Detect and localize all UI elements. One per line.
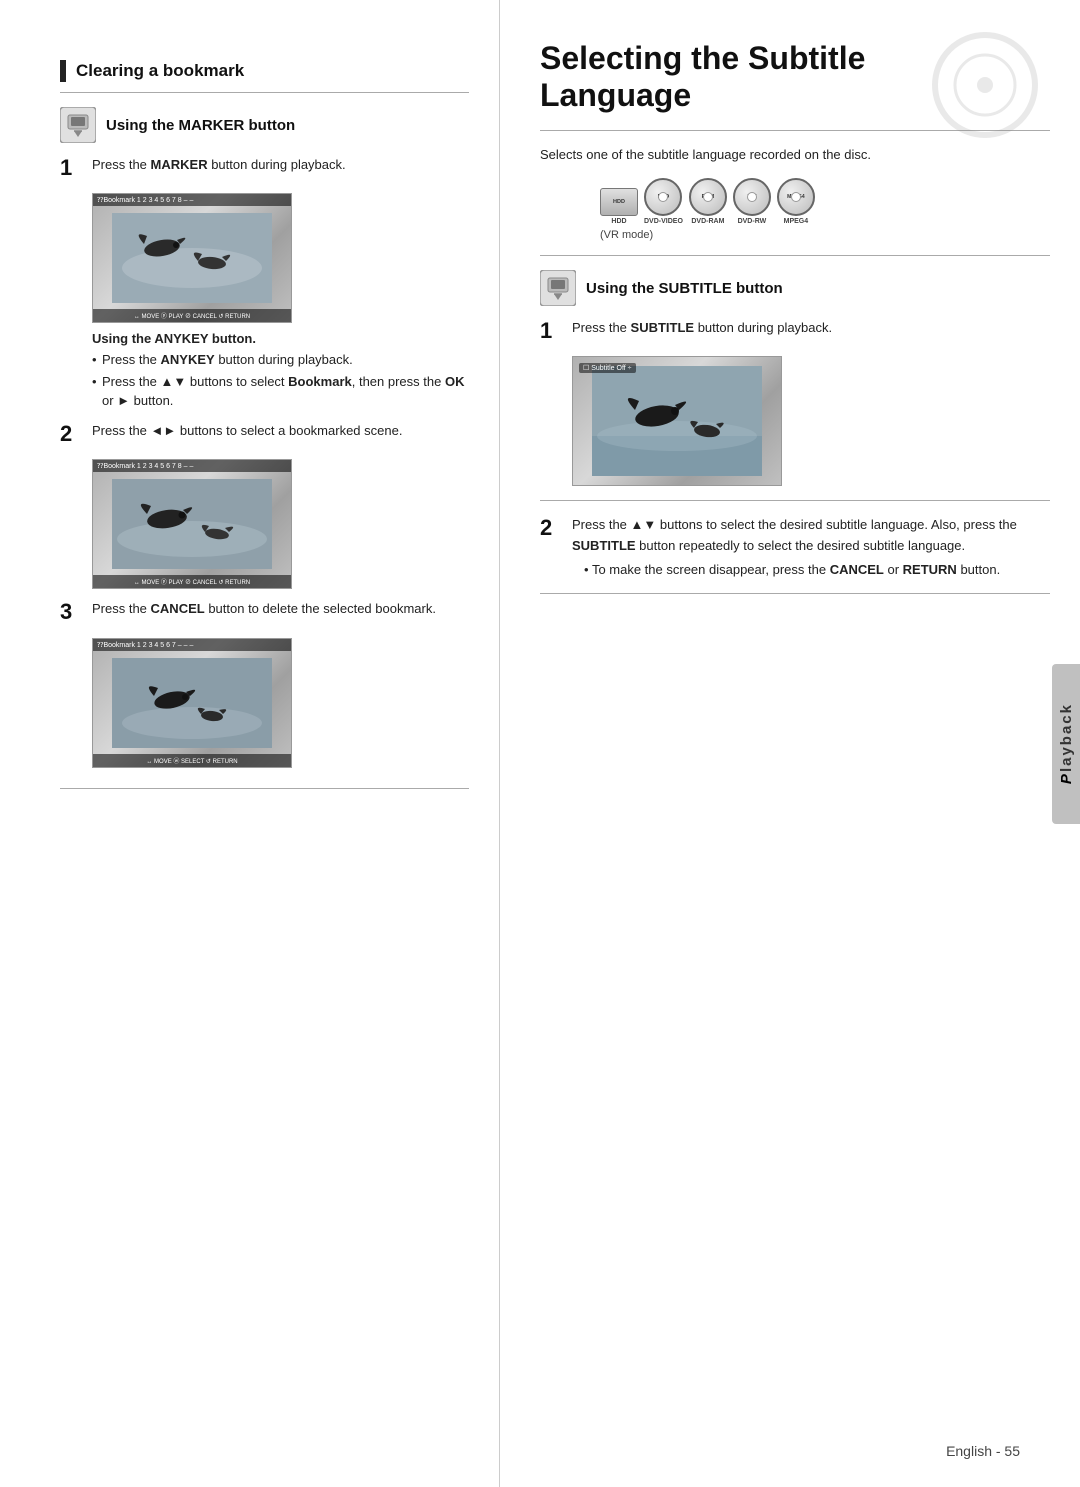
disc-icon-mpeg4: MPEG4 MPEG4: [777, 178, 815, 225]
subtitle-subheading-row: Using the SUBTITLE button: [540, 270, 1050, 306]
anykey-title: Using the ANYKEY button.: [92, 331, 469, 346]
screenshot-3: ⁇Bookmark 1 2 3 4 5 6 7 – – –: [92, 638, 292, 768]
anykey-bullet-2: Press the ▲▼ buttons to select Bookmark,…: [92, 372, 469, 411]
right-mid-divider: [540, 255, 1050, 256]
subtitle-icon: [540, 270, 576, 306]
ok-bold: OK: [445, 374, 465, 389]
disc-icon-dvd-rw: RW DVD-RW: [733, 178, 771, 225]
bird-svg-1: [112, 213, 272, 303]
disc-icons-row: HDD HDD DVD DVD-VIDEO RAM DVD-RAM RW DVD…: [600, 178, 1050, 225]
osd-bar-1-top: ⁇Bookmark 1 2 3 4 5 6 7 8 – –: [93, 194, 291, 206]
sidebar-tab: Playback: [1052, 664, 1080, 824]
right-step2-text: Press the ▲▼ buttons to select the desir…: [572, 517, 1017, 552]
right-step2-bullet: To make the screen disappear, press the …: [572, 560, 1050, 580]
bird-svg-2: [112, 479, 272, 569]
black-bar-decoration: [60, 60, 66, 82]
right-step2-row: 2 Press the ▲▼ buttons to select the des…: [540, 515, 1050, 579]
subtitle-bold-2: SUBTITLE: [572, 538, 636, 553]
sidebar-tab-text: Playback: [1058, 703, 1075, 784]
bottom-left-divider: [60, 788, 469, 789]
anykey-bullets: Press the ANYKEY button during playback.…: [92, 350, 469, 411]
bookmark-bold: Bookmark: [288, 374, 352, 389]
section-title: Clearing a bookmark: [76, 61, 244, 81]
big-title: Selecting the Subtitle Language: [540, 40, 1050, 114]
disc-icon-dvd-ram: RAM DVD-RAM: [689, 178, 727, 225]
disc-shape-dvd-rw: RW: [733, 178, 771, 216]
marker-subheading-row: Using the MARKER button: [60, 107, 469, 143]
disc-label-dvd-video: DVD-VIDEO: [644, 218, 683, 225]
page-container: Clearing a bookmark Using the MARKER but…: [0, 0, 1080, 1487]
disc-icon-hdd: HDD HDD: [600, 188, 638, 225]
screenshot-3-content: [93, 639, 291, 767]
cancel-bold-right: CANCEL: [830, 562, 884, 577]
screenshot-subtitle-inner: ☐ Subtitle Off ÷: [573, 357, 781, 485]
screenshot-2-inner: ⁇Bookmark 1 2 3 4 5 6 7 8 – –: [93, 460, 291, 588]
osd-bar-1-bottom: ↔ MOVE ⓟ PLAY ⊘ CANCEL ↺ RETURN: [93, 309, 291, 322]
disc-label-hdd: HDD: [611, 218, 626, 225]
left-step3-row: 3 Press the CANCEL button to delete the …: [60, 599, 469, 625]
screenshot-1-inner: ⁇Bookmark 1 2 3 4 5 6 7 8 – –: [93, 194, 291, 322]
disc-label-mpeg4: MPEG4: [784, 218, 809, 225]
right-column: Selecting the Subtitle Language Selects …: [500, 0, 1080, 1487]
left-step3-text: Press the CANCEL button to delete the se…: [92, 599, 469, 619]
return-bold-right: RETURN: [903, 562, 957, 577]
vr-mode-text: (VR mode): [600, 229, 1050, 241]
big-title-line1: Selecting the Subtitle: [540, 40, 1050, 77]
subtitle-bold-1: SUBTITLE: [631, 320, 695, 335]
screenshot-subtitle-content: [573, 357, 781, 485]
section-title-bar: Clearing a bookmark: [60, 60, 469, 82]
anykey-bold-1: ANYKEY: [161, 352, 215, 367]
screenshot-subtitle: ☐ Subtitle Off ÷: [572, 356, 782, 486]
left-column: Clearing a bookmark Using the MARKER but…: [0, 0, 500, 1487]
disc-shape-dvd-ram: RAM: [689, 178, 727, 216]
right-step2-num: 2: [540, 515, 562, 541]
left-step2-row: 2 Press the ◄► buttons to select a bookm…: [60, 421, 469, 447]
osd-bar-3-bottom: ↔ MOVE ⓦ SELECT ↺ RETURN: [93, 754, 291, 767]
subtitle-osd: ☐ Subtitle Off ÷: [579, 363, 636, 373]
anykey-section: Using the ANYKEY button. Press the ANYKE…: [92, 331, 469, 411]
disc-icon-dvd-video: DVD DVD-VIDEO: [644, 178, 683, 225]
big-title-line2: Language: [540, 77, 1050, 114]
page-label: English - 55: [946, 1443, 1020, 1459]
anykey-bullet-1: Press the ANYKEY button during playback.: [92, 350, 469, 370]
right-step1-row: 1 Press the SUBTITLE button during playb…: [540, 318, 1050, 344]
osd-bar-2-top: ⁇Bookmark 1 2 3 4 5 6 7 8 – –: [93, 460, 291, 472]
right-step2-content: Press the ▲▼ buttons to select the desir…: [572, 515, 1050, 579]
right-step2-divider: [540, 500, 1050, 501]
bird-svg-3: [112, 658, 272, 748]
screenshot-1: ⁇Bookmark 1 2 3 4 5 6 7 8 – –: [92, 193, 292, 323]
screenshot-2-content: [93, 460, 291, 588]
hdd-shape: HDD: [600, 188, 638, 216]
left-step1-num: 1: [60, 155, 82, 181]
marker-subheading: Using the MARKER button: [106, 117, 295, 134]
marker-icon: [60, 107, 96, 143]
left-step3-num: 3: [60, 599, 82, 625]
cancel-bold-left: CANCEL: [151, 601, 205, 616]
right-step1-num: 1: [540, 318, 562, 344]
title-area: Selecting the Subtitle Language: [540, 40, 1050, 114]
left-step2-num: 2: [60, 421, 82, 447]
left-step2-text: Press the ◄► buttons to select a bookmar…: [92, 421, 469, 441]
disc-shape-mpeg4: MPEG4: [777, 178, 815, 216]
left-step1-text: Press the MARKER button during playback.: [92, 155, 469, 175]
subtitle-subheading: Using the SUBTITLE button: [586, 280, 783, 297]
disc-label-dvd-ram: DVD-RAM: [691, 218, 724, 225]
marker-bold: MARKER: [151, 157, 208, 172]
screenshot-2: ⁇Bookmark 1 2 3 4 5 6 7 8 – –: [92, 459, 292, 589]
right-step1-text: Press the SUBTITLE button during playbac…: [572, 318, 1050, 338]
bird-svg-subtitle: [592, 366, 762, 476]
intro-text: Selects one of the subtitle language rec…: [540, 145, 900, 165]
top-divider: [60, 92, 469, 93]
disc-shape-dvd-video: DVD: [644, 178, 682, 216]
right-bottom-divider: [540, 593, 1050, 594]
screenshot-1-content: [93, 194, 291, 322]
osd-bar-2-bottom: ↔ MOVE ⓟ PLAY ⊘ CANCEL ↺ RETURN: [93, 575, 291, 588]
osd-bar-3-top: ⁇Bookmark 1 2 3 4 5 6 7 – – –: [93, 639, 291, 651]
left-step1-row: 1 Press the MARKER button during playbac…: [60, 155, 469, 181]
disc-label-dvd-rw: DVD-RW: [738, 218, 767, 225]
screenshot-3-inner: ⁇Bookmark 1 2 3 4 5 6 7 – – –: [93, 639, 291, 767]
